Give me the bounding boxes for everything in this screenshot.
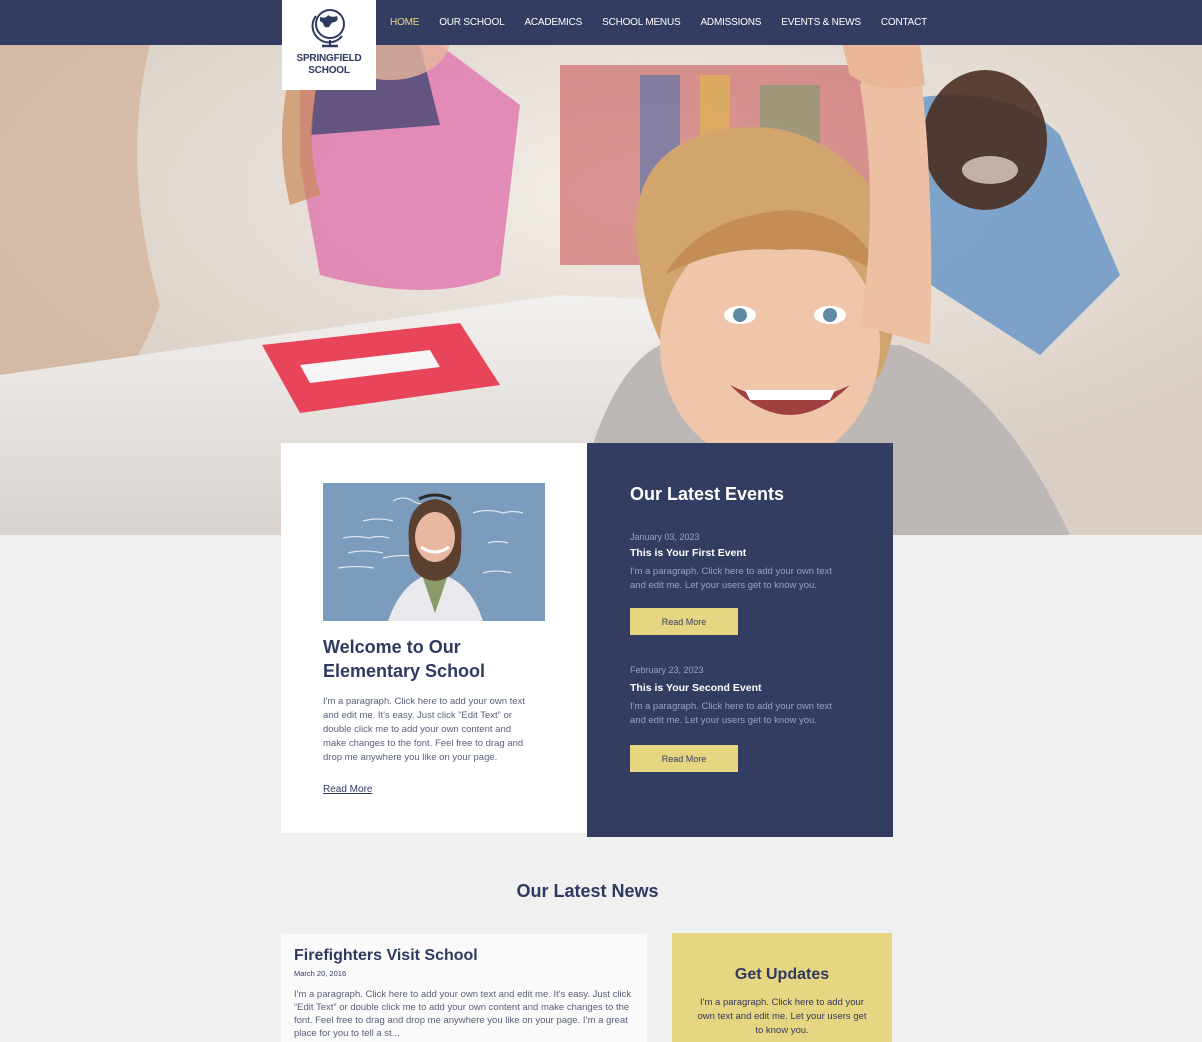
event-description: I'm a paragraph. Click here to add your …: [630, 566, 832, 591]
get-updates-card: Get Updates I'm a paragraph. Click here …: [672, 933, 892, 1042]
event-title[interactable]: This is Your Second Event: [630, 682, 761, 694]
event-title[interactable]: This is Your First Event: [630, 547, 746, 559]
main-nav: HOME OUR SCHOOL ACADEMICS SCHOOL MENUS A…: [380, 0, 937, 45]
welcome-read-more-link[interactable]: Read More: [323, 784, 372, 795]
nav-item-school-menus[interactable]: SCHOOL MENUS: [592, 17, 690, 28]
logo-line-2: SCHOOL: [308, 65, 350, 76]
event-date: February 23, 2023: [630, 665, 704, 675]
nav-item-our-school[interactable]: OUR SCHOOL: [429, 17, 514, 28]
welcome-title: Welcome to Our Elementary School: [323, 637, 486, 681]
nav-item-events-news[interactable]: EVENTS & NEWS: [771, 17, 871, 28]
news-post-card[interactable]: Firefighters Visit School March 20, 2016…: [281, 934, 647, 1042]
nav-item-home[interactable]: HOME: [380, 17, 429, 28]
events-title: Our Latest Events: [630, 484, 785, 504]
logo-line-1: SPRINGFIELD: [296, 53, 362, 64]
events-card: Our Latest Events January 03, 2023 This …: [587, 443, 893, 837]
globe-icon: [311, 9, 345, 48]
nav-item-admissions[interactable]: ADMISSIONS: [690, 17, 771, 28]
updates-paragraph: I'm a paragraph. Click here to add your …: [697, 997, 867, 1036]
news-post-title[interactable]: Firefighters Visit School: [294, 947, 478, 965]
news-section-title: Our Latest News: [516, 881, 659, 901]
event-date: January 03, 2023: [630, 532, 700, 542]
event-description: I'm a paragraph. Click here to add your …: [630, 701, 832, 726]
event-read-more-button[interactable]: Read More: [630, 608, 738, 635]
teacher-illustration: [323, 483, 545, 621]
teacher-photo: [323, 483, 545, 621]
welcome-paragraph: I'm a paragraph. Click here to add your …: [323, 696, 525, 763]
welcome-card: Welcome to Our Elementary School I'm a p…: [281, 443, 587, 833]
news-post-excerpt: I'm a paragraph. Click here to add your …: [294, 989, 632, 1039]
logo-text: SPRINGFIELD SCHOOL: [282, 53, 376, 77]
nav-item-contact[interactable]: CONTACT: [871, 17, 937, 28]
updates-title: Get Updates: [734, 966, 830, 983]
news-post-date: March 20, 2016: [294, 969, 347, 978]
event-read-more-button[interactable]: Read More: [630, 745, 738, 772]
school-logo[interactable]: SPRINGFIELD SCHOOL: [282, 0, 376, 90]
nav-item-academics[interactable]: ACADEMICS: [514, 17, 592, 28]
